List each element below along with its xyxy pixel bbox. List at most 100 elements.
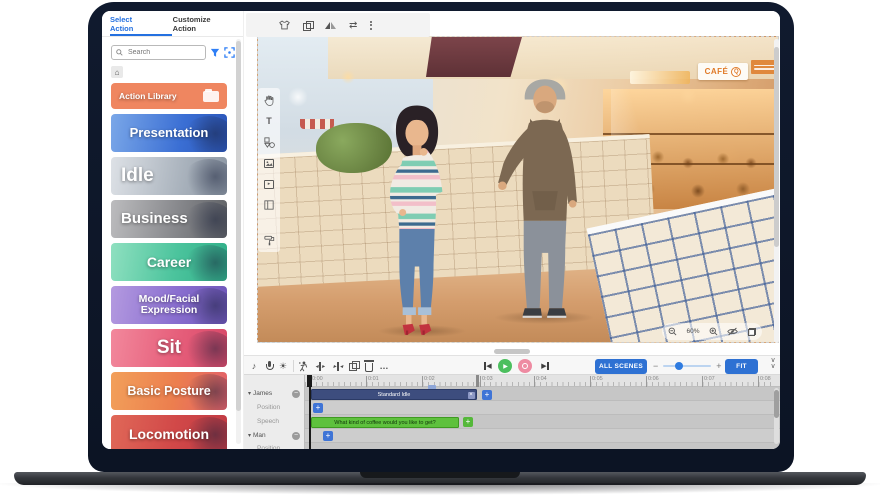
duplicate-clip-icon[interactable] <box>349 361 359 371</box>
track-row-man[interactable] <box>305 429 780 443</box>
skip-end-button[interactable]: ▶ <box>539 356 551 376</box>
more-menu-icon[interactable] <box>370 21 372 30</box>
panel-scrollbar[interactable] <box>236 39 241 444</box>
remove-track-james[interactable]: − <box>292 390 300 398</box>
library-item-basic-posture[interactable]: Basic Posture <box>111 372 227 410</box>
library-item-career[interactable]: Career <box>111 243 227 281</box>
library-item-sit[interactable]: Sit <box>111 329 227 367</box>
swap-icon[interactable]: ⇄ <box>349 20 357 31</box>
props-tool-icon[interactable] <box>263 136 275 148</box>
panel-scrollbar-thumb[interactable] <box>236 41 241 411</box>
scene-pages-icon[interactable] <box>263 199 275 211</box>
track-name-james[interactable]: ▾James <box>248 390 272 397</box>
fit-view-icon[interactable] <box>224 47 235 58</box>
ruler-label: 0:03 <box>482 376 493 382</box>
library-item-label: Business <box>111 211 227 226</box>
zoom-level: 60% <box>686 328 699 335</box>
zoom-out-icon[interactable] <box>668 327 677 336</box>
more-icon[interactable]: … <box>378 356 390 376</box>
restore-view-icon[interactable] <box>748 328 756 336</box>
duplicate-icon[interactable] <box>303 21 312 30</box>
timeline-ruler[interactable]: 0:00 0:01 0:02 0:03 0:04 0:05 0:06 0:07 … <box>244 375 780 387</box>
track-name-man[interactable]: ▾Man <box>248 432 266 439</box>
content-thumbnail-icon[interactable] <box>256 20 266 30</box>
cafe-logo: Q <box>731 67 741 77</box>
timeline-scrollbar[interactable] <box>774 388 779 444</box>
end-frame-marker[interactable] <box>476 375 479 387</box>
viewport: ⇄ CAFÉ Q <box>244 11 780 347</box>
delete-icon[interactable] <box>363 356 375 376</box>
face-expression-icon[interactable]: ☀ <box>277 356 289 376</box>
wardrobe-icon[interactable] <box>279 20 290 30</box>
panel-resize-handle[interactable] <box>494 349 530 354</box>
text-tool-icon[interactable]: T <box>263 115 275 127</box>
track-name-man-position[interactable]: Position <box>257 445 280 449</box>
playhead-handle[interactable] <box>307 375 312 387</box>
viewport-scrollbar-thumb[interactable] <box>774 47 779 247</box>
timeline-zoom-slider: − + <box>653 356 722 376</box>
skip-start-button[interactable]: ◀ <box>482 356 494 376</box>
remove-track-man[interactable]: − <box>292 432 300 440</box>
tab-select-action[interactable]: Select Action <box>102 15 165 33</box>
viewport-scrollbar[interactable] <box>774 39 779 343</box>
man-character[interactable] <box>496 76 594 319</box>
audio-icon[interactable]: ♪ <box>248 356 260 376</box>
woman-character[interactable] <box>374 101 460 335</box>
library-item-locomotion[interactable]: Locomotion <box>111 415 227 449</box>
speech-clip-label: What kind of coffee would you like to ge… <box>334 420 435 426</box>
pan-hand-icon[interactable] <box>263 94 275 106</box>
scene-canvas[interactable]: CAFÉ Q <box>257 36 779 343</box>
ruler-label: 0:05 <box>592 376 603 382</box>
home-icon: ⌂ <box>115 68 120 77</box>
microphone-icon[interactable] <box>263 356 275 376</box>
search-input[interactable] <box>126 48 196 57</box>
flip-horizontal-icon[interactable] <box>325 22 336 29</box>
media-tool-icon[interactable]: ▸ <box>263 178 275 190</box>
add-action-clip-button[interactable]: + <box>482 390 492 400</box>
zoom-slider-handle[interactable] <box>675 362 683 370</box>
all-scenes-button[interactable]: ALL SCENES <box>595 359 647 374</box>
library-item-mood-facial[interactable]: Mood/Facial Expression <box>111 286 227 324</box>
search-icon <box>116 49 123 56</box>
zoom-in-icon[interactable] <box>709 327 718 336</box>
track-row-man-position[interactable] <box>305 443 780 449</box>
zoom-slider-plus[interactable]: + <box>716 361 721 371</box>
action-clip[interactable]: Standard Idle × <box>311 389 477 400</box>
panel-resize-band <box>244 347 780 355</box>
library-item-business[interactable]: Business <box>111 200 227 238</box>
speech-clip[interactable]: What kind of coffee would you like to ge… <box>311 417 459 428</box>
zoom-slider-minus[interactable]: − <box>653 361 658 371</box>
play-button[interactable]: ▶ <box>498 359 512 373</box>
motion-icon[interactable] <box>296 356 310 376</box>
ruler-label: 0:01 <box>368 376 379 382</box>
clip-close-icon[interactable]: × <box>468 392 475 399</box>
paint-roller-icon[interactable] <box>263 234 275 246</box>
timeline: 0:00 0:01 0:02 0:03 0:04 0:05 0:06 0:07 … <box>244 375 780 449</box>
track-name-position[interactable]: Position <box>257 404 280 411</box>
scene-tool-strip: T ▸ <box>258 88 280 252</box>
track-name-speech[interactable]: Speech <box>257 418 279 425</box>
add-position-key-button[interactable]: + <box>313 403 323 413</box>
record-stop-button[interactable] <box>518 359 532 373</box>
library-header[interactable]: Action Library <box>111 83 227 109</box>
transition-right-icon[interactable]: ▸◂ <box>331 356 345 376</box>
home-button[interactable]: ⌂ <box>111 66 123 78</box>
scene-blurred-sign <box>630 71 690 84</box>
track-row-position[interactable] <box>305 401 780 415</box>
library-item-presentation[interactable]: Presentation <box>111 114 227 152</box>
transition-left-icon[interactable]: ◂▸ <box>313 356 327 376</box>
tab-customize-action[interactable]: Customize Action <box>165 15 243 33</box>
cafe-sign: CAFÉ Q <box>698 63 748 80</box>
add-speech-clip-button[interactable]: + <box>463 417 473 427</box>
filter-icon[interactable] <box>210 48 220 58</box>
add-man-clip-button[interactable]: + <box>323 431 333 441</box>
library-item-label: Presentation <box>111 126 227 139</box>
collapse-timeline-icon[interactable]: ∨∨ <box>767 358 779 370</box>
timeline-scrollbar-thumb[interactable] <box>774 390 779 418</box>
zoom-slider-track[interactable] <box>663 365 711 367</box>
library-item-idle[interactable]: Idle <box>111 157 227 195</box>
image-tool-icon[interactable] <box>263 157 275 169</box>
search-box[interactable] <box>111 45 206 60</box>
fit-button[interactable]: FIT <box>725 359 758 374</box>
hide-ui-eye-icon[interactable] <box>727 327 738 336</box>
